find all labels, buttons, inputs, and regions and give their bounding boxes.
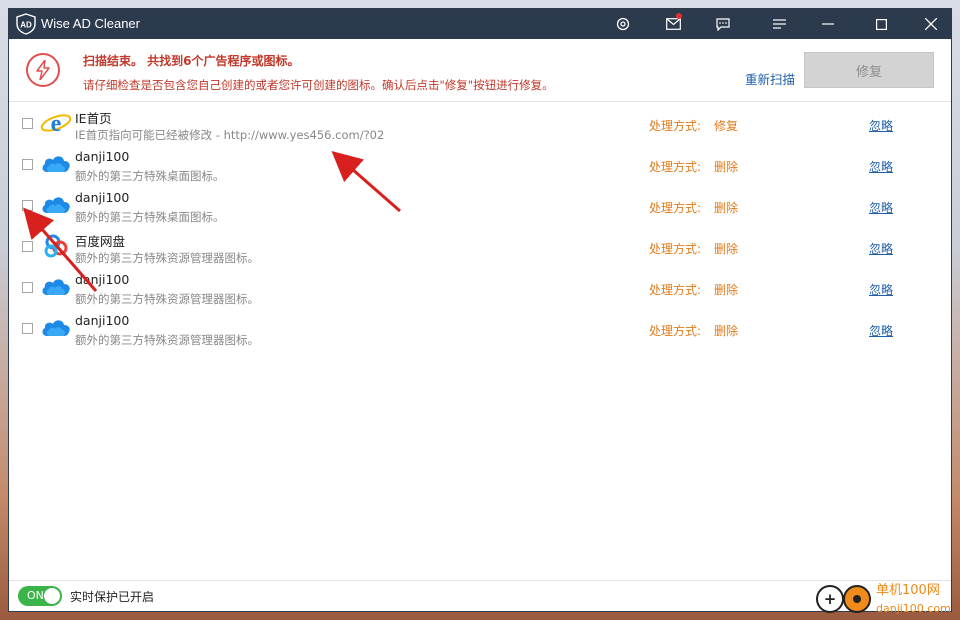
- ignore-link[interactable]: 忽略: [869, 240, 893, 257]
- cloud-icon: [40, 150, 72, 178]
- ignore-link[interactable]: 忽略: [869, 199, 893, 216]
- item-description: IE首页指向可能已经被修改 - http://www.yes456.com/?0…: [75, 128, 385, 142]
- results-list: e IE首页 IE首页指向可能已经被修改 - http://www.yes456.c…: [9, 102, 951, 348]
- item-name: danji100: [75, 149, 130, 164]
- close-icon: [925, 18, 937, 30]
- item-name: danji100: [75, 272, 130, 287]
- result-row[interactable]: danji100 额外的第三方特殊桌面图标。 处理方式: 删除 忽略: [9, 184, 951, 225]
- scan-hint: 请仔细检查是否包含您自己创建的或者您许可创建的图标。确认后点击"修复"按钮进行修…: [83, 78, 554, 92]
- item-description: 额外的第三方特殊桌面图标。: [75, 210, 225, 224]
- action-label: 处理方式:: [649, 119, 702, 133]
- maximize-icon: [875, 18, 887, 30]
- action-label: 处理方式:: [649, 242, 702, 256]
- item-description: 额外的第三方特殊资源管理器图标。: [75, 333, 259, 347]
- menu-icon: [772, 18, 786, 29]
- app-window: AD Wise AD Cleaner 扫描结束。 共找到6个广告程序或图标。 请…: [8, 8, 952, 612]
- protection-status: 实时保护已开启: [70, 590, 155, 604]
- ignore-link[interactable]: 忽略: [869, 158, 893, 175]
- action-dropdown[interactable]: 修复: [714, 117, 738, 134]
- menu-button[interactable]: [759, 9, 799, 39]
- rescan-link[interactable]: 重新扫描: [745, 69, 795, 88]
- cloud-icon: [40, 273, 72, 301]
- action-label: 处理方式:: [649, 160, 702, 174]
- toggle-knob: [44, 588, 60, 604]
- feedback-icon: [716, 17, 730, 31]
- site-watermark-logo: + 单机100网 danji100.com: [816, 583, 951, 615]
- item-checkbox[interactable]: [22, 323, 33, 334]
- feedback-button[interactable]: [703, 9, 743, 39]
- maximize-button[interactable]: [861, 9, 901, 39]
- svg-text:单机100网: 单机100网: [876, 583, 940, 598]
- cloud-icon: [40, 191, 72, 219]
- action-dropdown[interactable]: 删除: [714, 199, 738, 216]
- action-label: 处理方式:: [649, 201, 702, 215]
- app-title: Wise AD Cleaner: [41, 16, 140, 31]
- svg-text:e: e: [51, 111, 62, 137]
- scan-result-header: 扫描结束。 共找到6个广告程序或图标。 请仔细检查是否包含您自己创建的或者您许可…: [9, 39, 951, 102]
- result-row[interactable]: 百度网盘额外的第三方特殊资源管理器图标。 处理方式: 删除 忽略: [9, 225, 951, 266]
- notification-dot: [676, 13, 682, 19]
- item-name: danji100: [75, 190, 130, 205]
- item-name: danji100: [75, 313, 130, 328]
- item-checkbox[interactable]: [22, 282, 33, 293]
- minimize-button[interactable]: [808, 9, 848, 39]
- action-dropdown[interactable]: 删除: [714, 322, 738, 339]
- settings-icon: [616, 17, 630, 31]
- ignore-link[interactable]: 忽略: [869, 322, 893, 339]
- item-description: 额外的第三方特殊资源管理器图标。: [75, 251, 259, 265]
- mail-icon: [665, 18, 681, 30]
- result-row[interactable]: danji100 额外的第三方特殊桌面图标。 处理方式: 删除 忽略: [9, 143, 951, 184]
- app-logo-icon: AD: [16, 13, 36, 35]
- svg-text:AD: AD: [20, 21, 32, 30]
- result-row[interactable]: e IE首页 IE首页指向可能已经被修改 - http://www.yes456.c…: [9, 102, 951, 143]
- lightning-alert-icon: [26, 53, 60, 87]
- action-dropdown[interactable]: 删除: [714, 281, 738, 298]
- scan-summary: 扫描结束。 共找到6个广告程序或图标。: [83, 54, 300, 68]
- action-label: 处理方式:: [649, 283, 702, 297]
- baidu-netdisk-icon: [40, 232, 72, 260]
- svg-text:+: +: [824, 590, 837, 608]
- item-description: 额外的第三方特殊桌面图标。: [75, 169, 225, 183]
- item-name: IE首页: [75, 111, 112, 126]
- svg-text:danji100.com: danji100.com: [876, 602, 951, 615]
- ignore-link[interactable]: 忽略: [869, 117, 893, 134]
- item-checkbox[interactable]: [22, 241, 33, 252]
- result-row[interactable]: danji100 额外的第三方特殊资源管理器图标。 处理方式: 删除 忽略: [9, 307, 951, 348]
- minimize-icon: [822, 23, 834, 25]
- settings-button[interactable]: [603, 9, 643, 39]
- action-dropdown[interactable]: 删除: [714, 158, 738, 175]
- result-row[interactable]: danji100 额外的第三方特殊资源管理器图标。 处理方式: 删除 忽略: [9, 266, 951, 307]
- toggle-label: ON: [27, 589, 44, 602]
- close-button[interactable]: [911, 9, 951, 39]
- item-description: 额外的第三方特殊资源管理器图标。: [75, 292, 259, 306]
- action-dropdown[interactable]: 删除: [714, 240, 738, 257]
- cloud-icon: [40, 314, 72, 342]
- ie-icon: e: [40, 109, 72, 137]
- item-checkbox[interactable]: [22, 200, 33, 211]
- item-name: 百度网盘: [75, 234, 126, 249]
- action-label: 处理方式:: [649, 324, 702, 338]
- ignore-link[interactable]: 忽略: [869, 281, 893, 298]
- fix-button[interactable]: 修复: [804, 52, 934, 88]
- title-bar[interactable]: AD Wise AD Cleaner: [9, 9, 951, 39]
- realtime-protection-toggle[interactable]: ON: [18, 586, 62, 606]
- messages-button[interactable]: [653, 9, 693, 39]
- item-checkbox[interactable]: [22, 159, 33, 170]
- item-checkbox[interactable]: [22, 118, 33, 129]
